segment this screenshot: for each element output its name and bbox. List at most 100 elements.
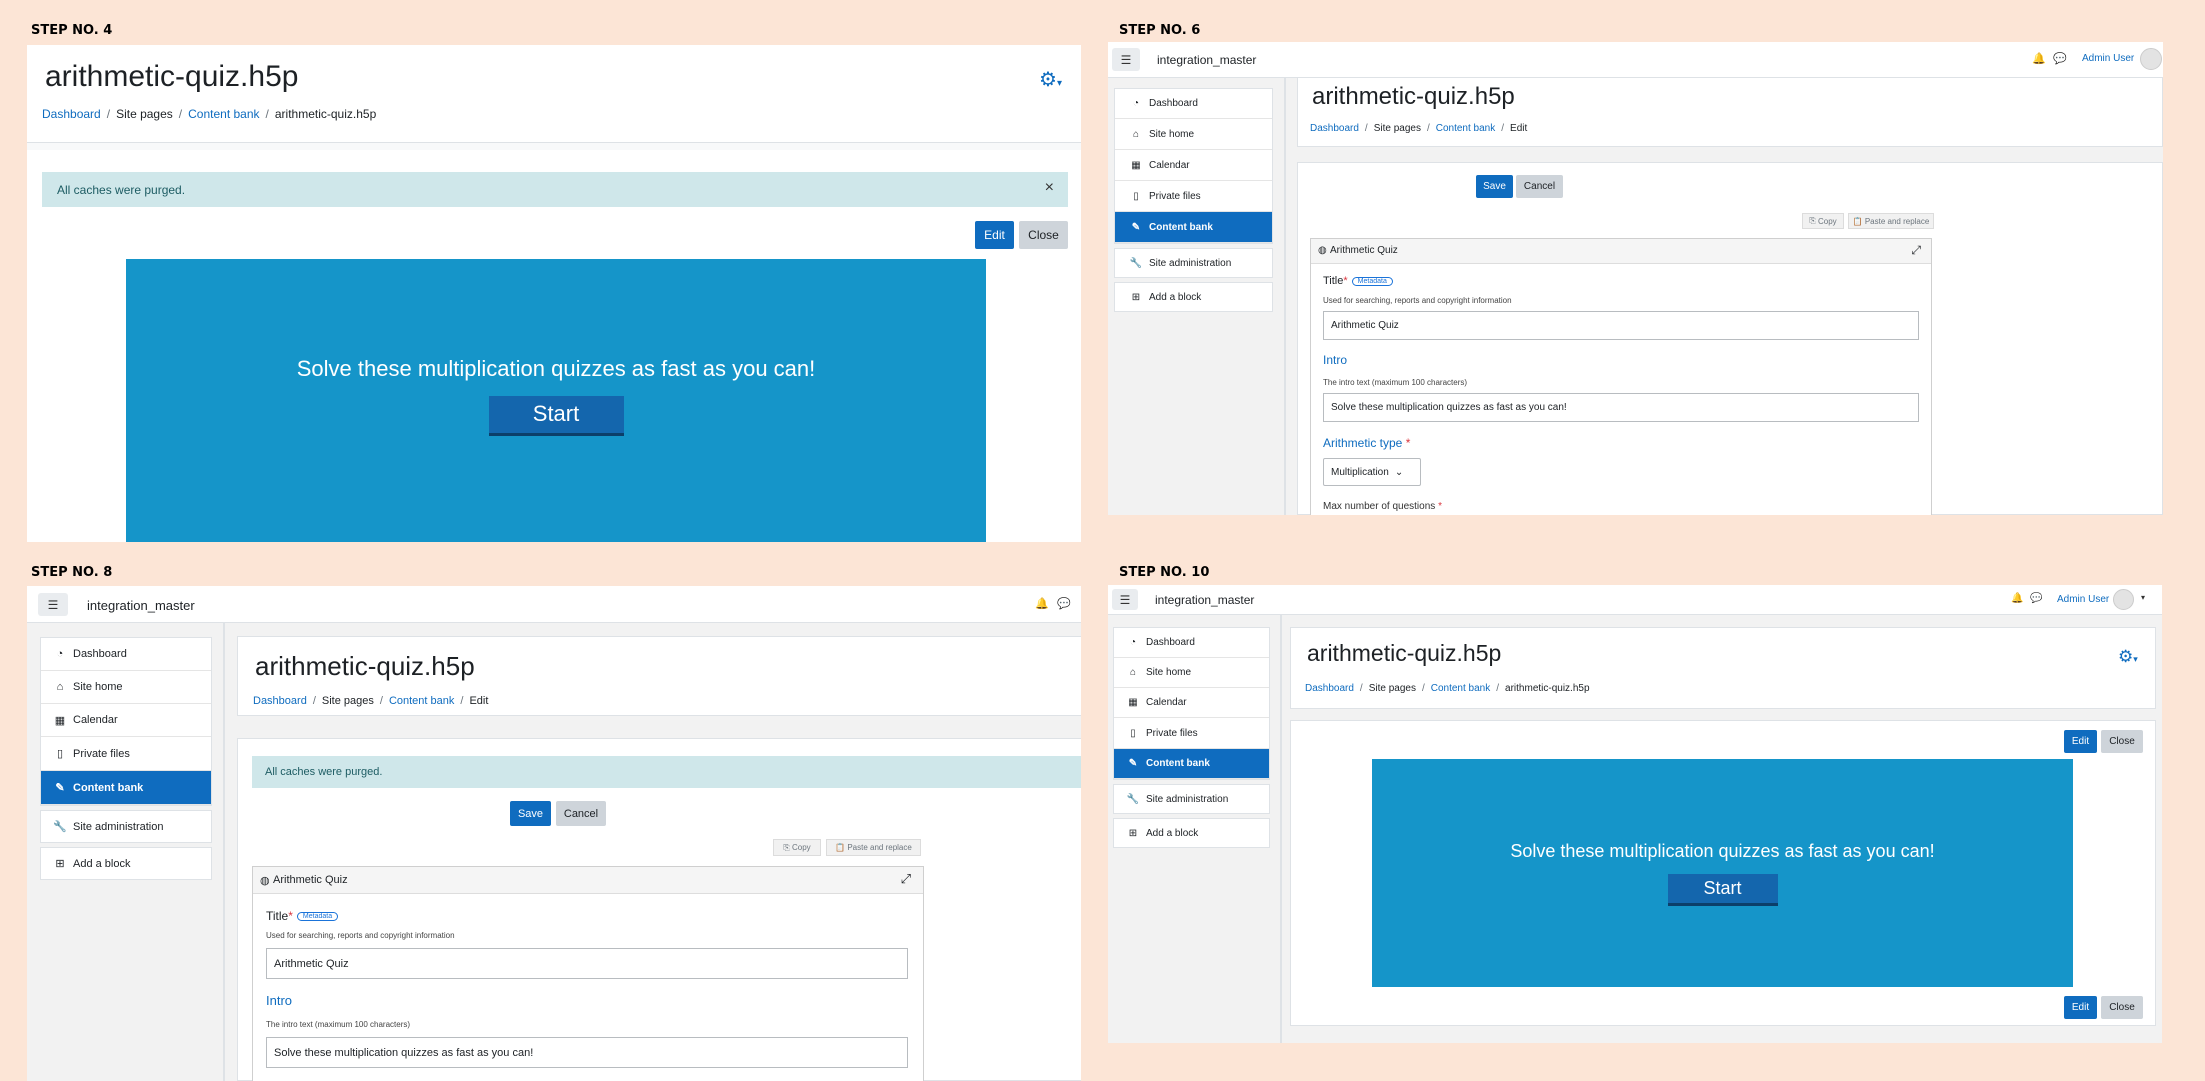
close-button[interactable]: Close [1019,221,1068,249]
nav-add-block[interactable]: ⊞ Add a block [1115,283,1272,311]
edit-button-bottom[interactable]: Edit [2064,996,2097,1019]
bell-icon[interactable]: 🔔 [2032,52,2046,65]
expand-icon[interactable]: ⤢ [1911,243,1921,258]
nav-private-files[interactable]: ▯ Private files [41,737,211,771]
breadcrumb-dashboard[interactable]: Dashboard [1305,683,1354,694]
breadcrumb: Dashboard / Site pages / Content bank / arithm… [42,107,377,121]
nav-calendar[interactable]: ▦ Calendar [41,704,211,737]
arithmetic-type-select[interactable]: Multiplication ⌄ [1323,458,1421,486]
paste-replace-button[interactable]: 📋 Paste and replace [1848,213,1934,229]
breadcrumb: Dashboard / Site pages / Content bank / Edit [1310,123,1528,134]
save-button[interactable]: Save [1476,175,1513,198]
bell-icon[interactable]: 🔔 [1035,597,1049,610]
start-button[interactable]: Start [1667,873,1778,906]
nav-site-administration[interactable]: 🔧 Site administration [41,811,211,842]
step-8-label: STEP NO. 8 [31,565,113,580]
intro-input[interactable]: Solve these multiplication quizzes as fa… [1323,393,1919,422]
home-icon: ⌂ [1132,128,1140,140]
alert-caches-purged: All caches were purged. [252,756,1081,788]
file-icon: ▯ [56,748,64,760]
chat-icon[interactable]: 💬 [2030,593,2042,604]
site-name[interactable]: integration_master [1155,593,1254,607]
copy-button[interactable]: ⎘ Copy [1802,213,1844,229]
nav-calendar[interactable]: ▦ Calendar [1115,150,1272,181]
nav-site-administration[interactable]: 🔧 Site administration [1115,249,1272,277]
nav-site-administration[interactable]: 🔧 Site administration [1114,785,1269,813]
breadcrumb-current: Edit [469,695,489,707]
chat-icon[interactable]: 💬 [2053,52,2067,65]
gear-icon[interactable]: ⚙▾ [2118,647,2138,667]
alert-caches-purged: All caches were purged. × [42,172,1068,207]
close-button-top[interactable]: Close [2101,730,2143,753]
breadcrumb-dashboard[interactable]: Dashboard [253,695,307,707]
sidebar-nav: ◔ Dashboard ⌂ Site home ▦ Calendar ▯ Private… [40,637,212,880]
h5p-editor: ◍ Arithmetic Quiz ⤢ Title* Metadata Used … [1310,238,1932,515]
cancel-button[interactable]: Cancel [1516,175,1563,198]
chat-icon[interactable]: 💬 [1057,597,1071,610]
breadcrumb-site-pages: Site pages [116,107,173,121]
nav-content-bank[interactable]: ✎ Content bank [1114,749,1269,779]
breadcrumb-dashboard[interactable]: Dashboard [1310,123,1359,134]
intro-description: The intro text (maximum 100 characters) [1323,378,1468,387]
paste-replace-button[interactable]: 📋 Paste and replace [826,839,921,856]
breadcrumb-content-bank[interactable]: Content bank [389,695,454,707]
step-10-screenshot: ☰ integration_master 🔔 💬 Admin User ▾ ◔ D… [1108,585,2162,1043]
bell-icon[interactable]: 🔔 [2011,593,2023,604]
hamburger-icon[interactable]: ☰ [1112,48,1140,71]
navbar: ☰ integration_master 🔔 💬 [27,586,1081,623]
page-title: arithmetic-quiz.h5p [45,60,299,93]
breadcrumb-current: arithmetic-quiz.h5p [274,107,377,121]
nav-content-bank[interactable]: ✎ Content bank [1115,212,1272,243]
h5p-intro-text: Solve these multiplication quizzes as fa… [1510,840,1935,861]
copy-button[interactable]: ⎘ Copy [773,839,821,856]
breadcrumb-dashboard[interactable]: Dashboard [42,107,101,121]
breadcrumb-content-bank[interactable]: Content bank [1431,683,1491,694]
nav-add-block[interactable]: ⊞ Add a block [1114,819,1269,847]
gear-icon[interactable]: ⚙▾ [1039,67,1062,92]
title-input[interactable]: Arithmetic Quiz [1323,311,1919,340]
hamburger-icon[interactable]: ☰ [1112,589,1138,610]
hamburger-icon[interactable]: ☰ [38,593,68,616]
expand-icon[interactable]: ⤢ [901,871,911,887]
site-name[interactable]: integration_master [87,598,195,613]
wrench-icon: 🔧 [1126,793,1140,805]
nav-private-files[interactable]: ▯ Private files [1115,181,1272,212]
nav-content-bank[interactable]: ✎ Content bank [41,771,211,805]
avatar[interactable] [2140,48,2162,70]
dashboard-icon: ◔ [1129,637,1137,648]
nav-dashboard[interactable]: ◔ Dashboard [1115,89,1272,119]
calendar-icon: ▦ [1128,697,1138,708]
edit-button-top[interactable]: Edit [2064,730,2097,753]
navbar: ☰ integration_master 🔔 💬 Admin User [1108,42,2163,78]
start-button[interactable]: Start [488,395,624,436]
edit-button[interactable]: Edit [975,221,1014,249]
user-name[interactable]: Admin User [2057,594,2109,605]
nav-dashboard[interactable]: ◔ Dashboard [41,638,211,671]
breadcrumb-content-bank[interactable]: Content bank [1436,123,1496,134]
nav-site-home[interactable]: ⌂ Site home [1114,658,1269,688]
intro-input[interactable]: Solve these multiplication quizzes as fa… [266,1037,908,1068]
breadcrumb-content-bank[interactable]: Content bank [188,107,259,121]
nav-dashboard[interactable]: ◔ Dashboard [1114,628,1269,658]
home-icon: ⌂ [1129,667,1137,678]
nav-site-home[interactable]: ⌂ Site home [41,671,211,704]
metadata-badge[interactable]: Metadata [1351,276,1393,286]
close-button-bottom[interactable]: Close [2101,996,2143,1019]
nav-calendar[interactable]: ▦ Calendar [1114,688,1269,718]
intro-label: Intro [1323,353,1348,367]
avatar[interactable] [2113,589,2134,610]
nav-site-home[interactable]: ⌂ Site home [1115,119,1272,150]
site-name[interactable]: integration_master [1157,53,1256,67]
nav-private-files[interactable]: ▯ Private files [1114,718,1269,749]
metadata-badge[interactable]: Metadata [296,912,339,922]
step-6-label: STEP NO. 6 [1119,23,1201,38]
close-icon[interactable]: × [1045,179,1054,197]
save-button[interactable]: Save [510,801,551,826]
arithmetic-type-label: Arithmetic type * [1323,436,1411,450]
chevron-down-icon[interactable]: ▾ [2141,593,2145,602]
calendar-icon: ▦ [1131,159,1141,171]
title-input[interactable]: Arithmetic Quiz [266,948,908,979]
user-name[interactable]: Admin User [2082,53,2134,64]
nav-add-block[interactable]: ⊞ Add a block [41,848,211,879]
cancel-button[interactable]: Cancel [556,801,606,826]
